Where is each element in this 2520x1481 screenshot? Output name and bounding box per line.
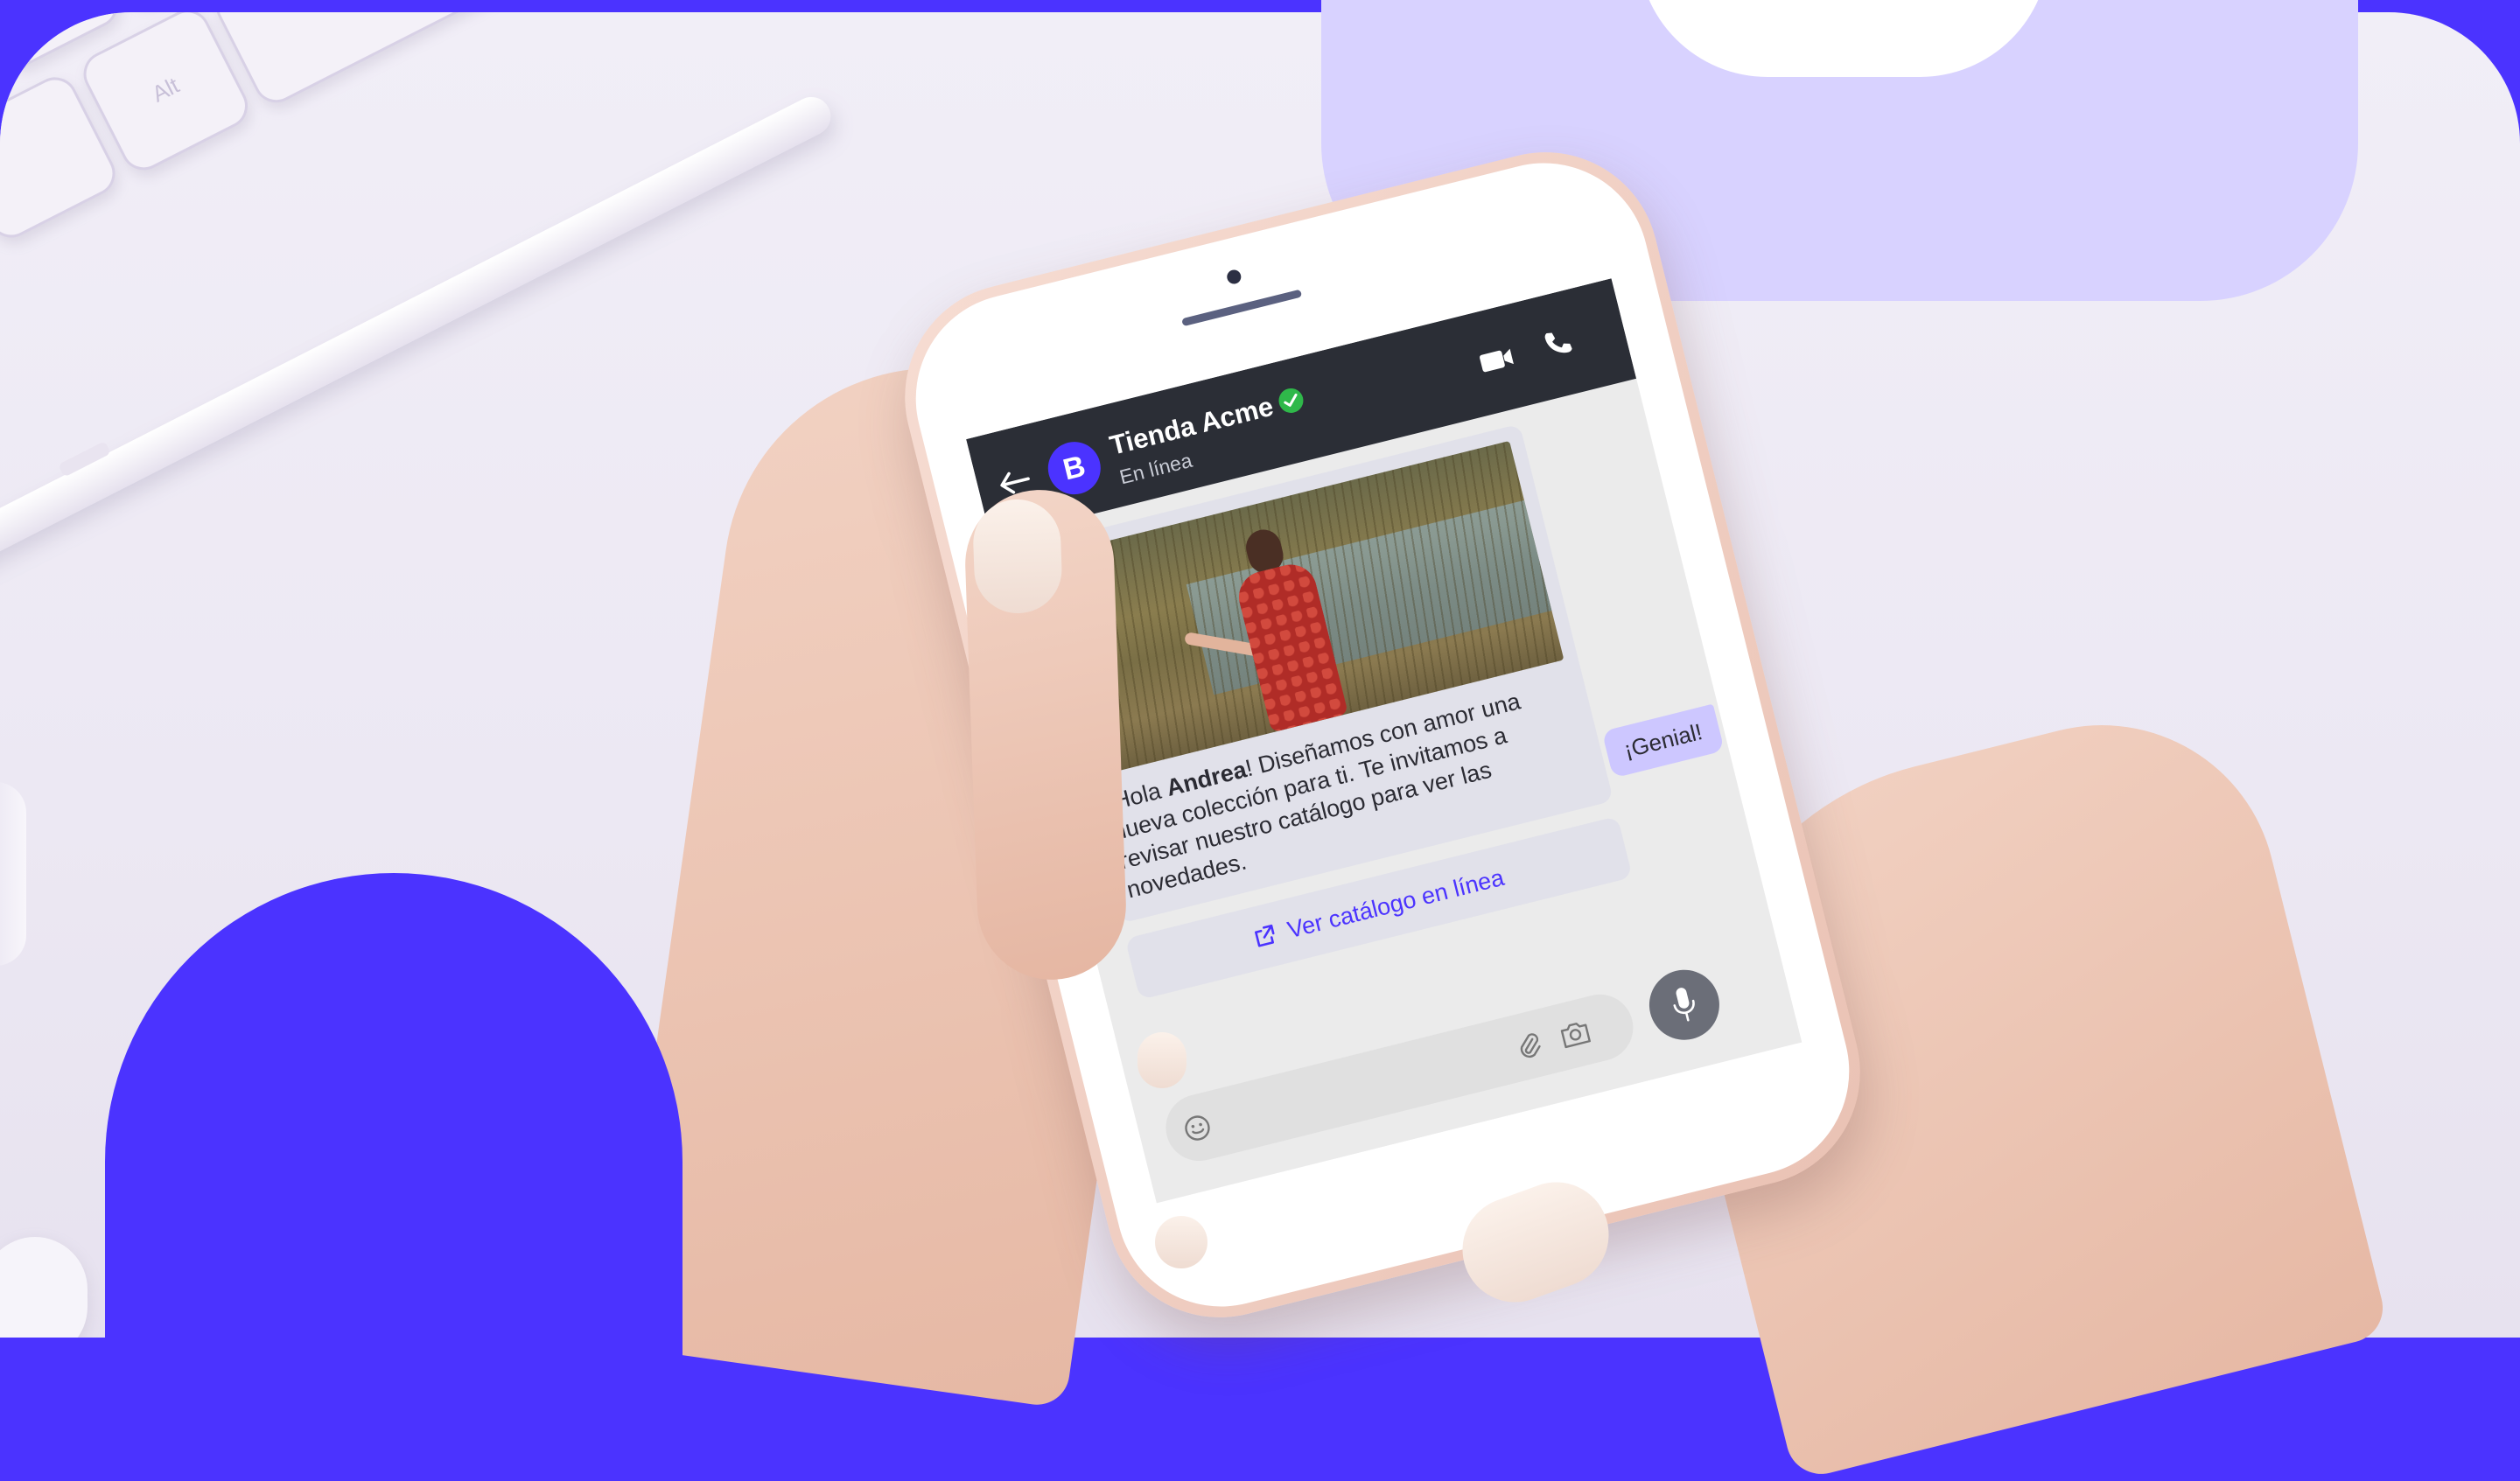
thumb-nail [971,498,1064,615]
external-link-icon [1255,924,1275,947]
video-call-icon[interactable] [1476,343,1516,377]
outgoing-message-bubble: ¡Genial! [1601,703,1726,779]
earpiece [1181,289,1303,327]
camera-icon[interactable] [1558,1016,1593,1051]
finger-nail [1155,1216,1208,1268]
emoji-icon[interactable] [1180,1111,1214,1145]
voice-record-button[interactable] [1642,962,1727,1048]
left-thumb [962,487,1129,982]
phone-call-icon[interactable] [1540,325,1576,361]
message-input[interactable] [1158,987,1641,1169]
key-label-alt: Alt [147,72,184,108]
microphone-icon [1673,988,1695,1022]
front-camera [1225,268,1243,286]
keyboard-key [208,12,677,111]
earbud-case-photo [0,1237,88,1338]
verified-check-icon [1278,388,1304,413]
contact-name: Tienda Acme [1106,390,1277,461]
finger-nail [1138,1032,1186,1088]
earbud-photo [0,782,26,966]
view-catalog-label: Ver catálogo en línea [1284,863,1507,943]
paperclip-icon[interactable] [1511,1029,1545,1063]
